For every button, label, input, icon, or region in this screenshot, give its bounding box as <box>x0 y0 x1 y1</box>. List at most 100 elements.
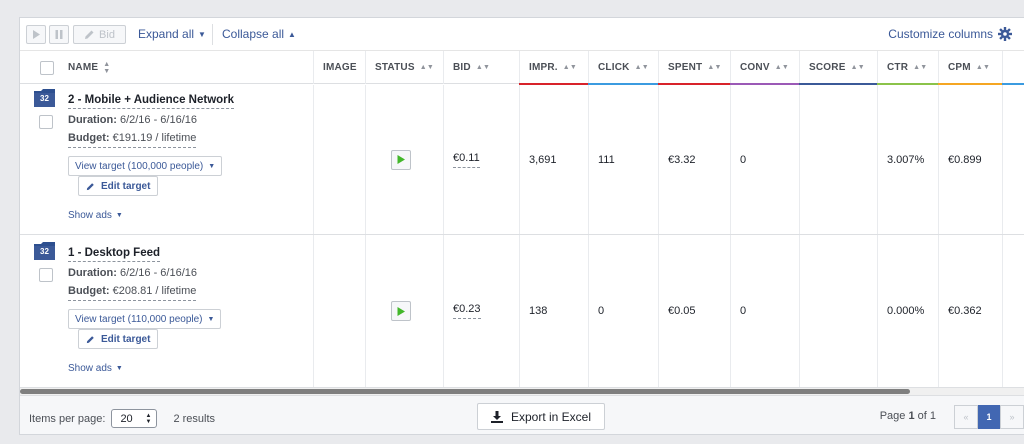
next-page-button[interactable]: » <box>1000 405 1024 429</box>
expand-all-link[interactable]: Expand all ▼ <box>138 27 206 41</box>
items-per-page-label: Items per page: <box>29 412 106 425</box>
export-excel-button[interactable]: Export in Excel <box>477 403 605 430</box>
column-header-image: IMAGE <box>313 51 365 84</box>
show-ads-label: Show ads <box>68 363 112 374</box>
sort-icon: ▲▼ <box>634 64 649 71</box>
column-header-impr[interactable]: IMPR. ▲▼ <box>519 51 588 85</box>
pagination: « 1 » <box>954 405 1024 429</box>
column-conv-label: CONV <box>740 62 770 73</box>
bid-cell[interactable]: €0.11 <box>443 85 519 234</box>
customize-columns-link[interactable]: Customize columns <box>888 27 1012 41</box>
sort-icon: ▲▼ <box>850 64 865 71</box>
pause-button[interactable] <box>49 25 69 44</box>
campaign-name[interactable]: 2 - Mobile + Audience Network <box>68 94 235 109</box>
column-header-score[interactable]: SCORE ▲▼ <box>799 51 877 85</box>
sort-icon: ▲▼ <box>707 64 722 71</box>
budget-value: €208.81 / lifetime <box>112 285 197 297</box>
column-impr-label: IMPR. <box>529 62 558 73</box>
edit-target-button[interactable]: Edit target <box>78 176 159 196</box>
bid-button-label: Bid <box>99 28 115 41</box>
horizontal-scrollbar-thumb[interactable] <box>20 389 910 394</box>
bid-value[interactable]: €0.11 <box>453 152 480 168</box>
sort-icon: ▲▼ <box>419 64 434 71</box>
download-icon <box>490 410 503 423</box>
caret-down-icon: ▼ <box>198 29 206 39</box>
campaign-duration: Duration: 6/2/16 - 6/16/16 <box>68 114 197 126</box>
conv-cell: 0 <box>730 85 799 234</box>
click-cell: 0 <box>588 235 658 387</box>
pencil-icon <box>86 182 94 190</box>
page-1-button[interactable]: 1 <box>978 405 1000 429</box>
column-header-overflow <box>1002 51 1024 85</box>
caret-down-icon: ▼ <box>115 212 123 219</box>
sort-icon: ▲▼ <box>774 64 789 71</box>
column-image-label: IMAGE <box>323 62 357 73</box>
sort-icon: ▲▼ <box>562 64 578 71</box>
status-cell <box>365 85 443 234</box>
column-header-name[interactable]: NAME ▲ ▼ <box>20 51 313 84</box>
expand-all-label: Expand all <box>138 27 195 41</box>
score-cell <box>799 85 877 234</box>
column-header-ctr[interactable]: CTR ▲▼ <box>877 51 938 85</box>
column-header-conv[interactable]: CONV ▲▼ <box>730 51 799 85</box>
select-all-checkbox[interactable] <box>40 60 54 75</box>
column-header-status[interactable]: STATUS ▲▼ <box>365 51 443 84</box>
table-row: 32 2 - Mobile + Audience Network Duratio… <box>20 85 1024 235</box>
campaign-name[interactable]: 1 - Desktop Feed <box>68 247 161 262</box>
row-checkbox[interactable] <box>39 268 53 282</box>
page-current: 1 <box>908 410 915 422</box>
pencil-icon <box>86 335 94 343</box>
campaign-budget[interactable]: Budget: €191.19 / lifetime <box>68 132 197 148</box>
edit-target-button[interactable]: Edit target <box>78 329 159 349</box>
caret-up-icon: ▲ <box>288 29 296 39</box>
cpm-cell: €0.362 <box>938 235 1002 387</box>
budget-label: Budget: <box>68 285 110 297</box>
click-cell: 111 <box>588 85 658 234</box>
campaign-badge: 32 <box>40 94 49 103</box>
bid-button[interactable]: Bid <box>73 25 126 44</box>
sort-icon: ▲▼ <box>475 64 491 71</box>
duration-value: 6/2/16 - 6/16/16 <box>119 114 198 126</box>
pause-icon <box>55 30 63 39</box>
spent-cell: €3.32 <box>658 85 730 234</box>
items-per-page-select[interactable]: 20 ▲ ▼ <box>111 409 158 428</box>
toolbar-divider <box>212 24 213 45</box>
show-ads-label: Show ads <box>68 210 112 221</box>
show-ads-link[interactable]: Show ads ▼ <box>68 363 123 374</box>
column-header-click[interactable]: CLICK ▲▼ <box>588 51 658 85</box>
view-target-dropdown[interactable]: View target (110,000 people) ▼ <box>68 309 222 329</box>
prev-page-button[interactable]: « <box>954 405 978 429</box>
play-icon <box>33 30 40 39</box>
status-toggle-button[interactable] <box>391 301 411 321</box>
collapse-all-label: Collapse all <box>222 27 285 41</box>
status-toggle-button[interactable] <box>391 149 411 170</box>
ctr-cell: 0.000% <box>877 235 938 387</box>
items-per-page-value: 20 <box>120 412 133 425</box>
sort-icon: ▲▼ <box>975 64 991 71</box>
campaign-budget[interactable]: Budget: €208.81 / lifetime <box>68 285 197 301</box>
bid-value[interactable]: €0.23 <box>453 303 481 319</box>
column-header-bid[interactable]: BID ▲▼ <box>443 51 519 84</box>
cpm-cell: €0.899 <box>938 85 1002 234</box>
row-checkbox[interactable] <box>39 115 53 129</box>
pencil-icon <box>85 30 94 39</box>
column-header-spent[interactable]: SPENT ▲▼ <box>658 51 730 85</box>
gear-icon <box>998 27 1012 41</box>
show-ads-link[interactable]: Show ads ▼ <box>68 210 123 221</box>
budget-value: €191.19 / lifetime <box>112 132 197 144</box>
name-cell: 32 1 - Desktop Feed Duration: 6/2/16 - 6… <box>20 235 313 387</box>
edit-target-label: Edit target <box>101 333 151 345</box>
table-footer: Items per page: 20 ▲ ▼ 2 results Export i… <box>20 395 1024 434</box>
page-prefix: Page <box>879 410 906 422</box>
status-cell <box>365 235 443 387</box>
column-header-cpm[interactable]: CPM ▲▼ <box>938 51 1002 85</box>
toolbar: Bid Expand all ▼ Collapse all ▲ Customiz… <box>20 18 1024 51</box>
play-button[interactable] <box>26 25 46 44</box>
bid-cell[interactable]: €0.23 <box>443 235 519 387</box>
budget-label: Budget: <box>68 132 110 144</box>
image-cell <box>313 235 365 387</box>
view-target-dropdown[interactable]: View target (100,000 people) ▼ <box>68 156 223 176</box>
collapse-all-link[interactable]: Collapse all ▲ <box>222 27 296 41</box>
spent-cell: €0.05 <box>658 235 730 387</box>
column-cpm-label: CPM <box>948 62 971 73</box>
